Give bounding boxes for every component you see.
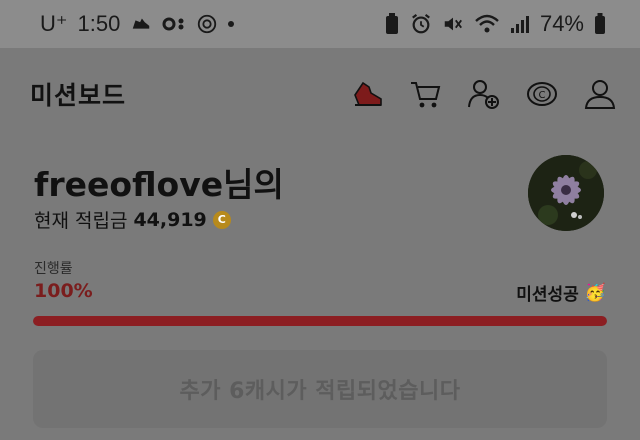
- party-face-icon: 🥳: [584, 282, 606, 303]
- progress-bar: [33, 316, 607, 326]
- sneaker-icon[interactable]: [350, 76, 386, 112]
- progress-bar-fill: [33, 316, 607, 326]
- points-label: 현재 적립금: [34, 210, 128, 232]
- progress-value: 100%: [34, 280, 93, 302]
- coin-icon: C: [212, 210, 231, 229]
- status-bar: U⁺ 1:50 74%: [0, 0, 640, 48]
- add-friend-icon[interactable]: [466, 76, 502, 112]
- avatar[interactable]: [528, 155, 604, 231]
- status-bar-left: U⁺ 1:50: [40, 0, 235, 48]
- points-line: 현재 적립금 44,919 C: [34, 206, 231, 233]
- mission-status-label: 미션성공: [516, 285, 579, 305]
- battery-percent: 74%: [539, 11, 584, 36]
- alarm-icon: [410, 13, 432, 35]
- coin-icon[interactable]: C: [524, 76, 560, 112]
- reward-status-button[interactable]: 추가 6캐시가 적립되었습니다: [33, 350, 607, 428]
- dot-icon: [228, 21, 235, 27]
- mission-status: 미션성공 🥳: [516, 280, 606, 306]
- clock: 1:50: [77, 11, 121, 36]
- header-actions: C: [350, 76, 618, 112]
- wifi-icon: [474, 13, 500, 35]
- svg-text:C: C: [539, 90, 546, 101]
- link-icon: [162, 14, 186, 34]
- status-bar-right: 74%: [384, 0, 606, 48]
- flower-icon: [196, 13, 218, 35]
- carrier-label: U⁺: [40, 11, 68, 36]
- reward-message: 추가 6캐시가 적립되었습니다: [179, 379, 461, 404]
- username-heading: freeoflove님의: [34, 165, 284, 204]
- battery-saver-icon: [384, 13, 400, 35]
- cart-icon[interactable]: [408, 76, 444, 112]
- points-value: 44,919: [133, 208, 207, 231]
- app-header: 미션보드 C: [0, 48, 640, 140]
- flower-photo: [528, 155, 604, 231]
- page-title: 미션보드: [30, 81, 127, 110]
- battery-icon: [594, 13, 606, 35]
- sneaker-icon: [130, 13, 152, 35]
- mute-icon: [442, 13, 464, 35]
- profile-icon[interactable]: [582, 76, 618, 112]
- signal-icon: [510, 14, 530, 34]
- progress-label: 진행률: [34, 261, 73, 277]
